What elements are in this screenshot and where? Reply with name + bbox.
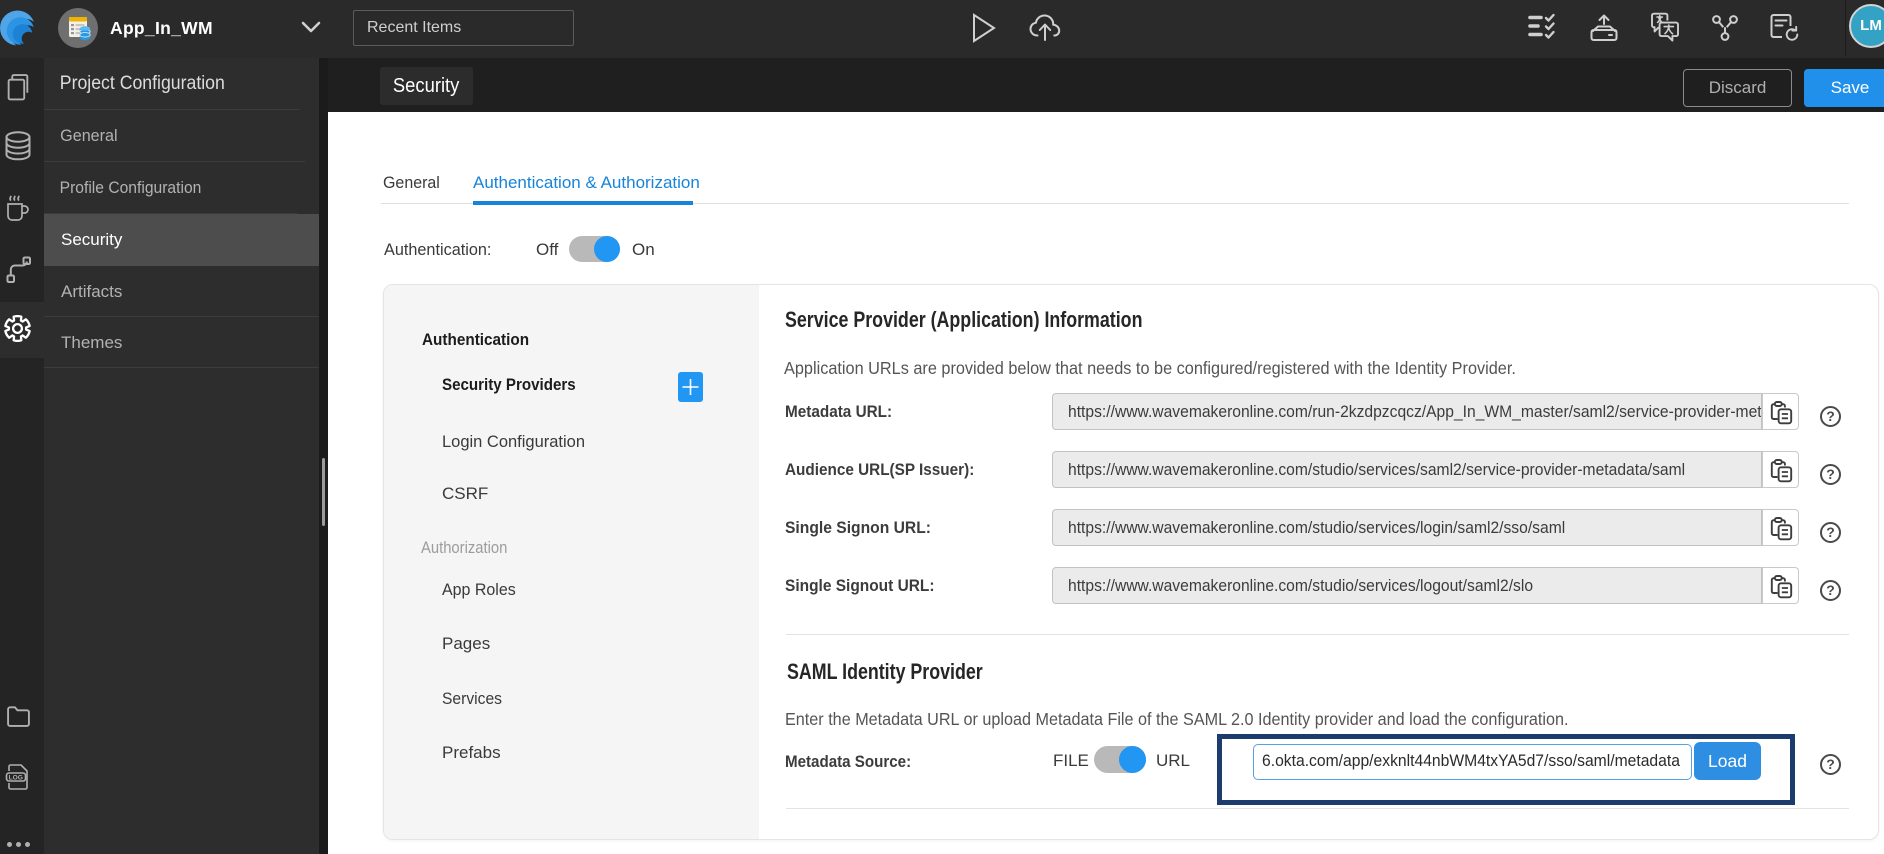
svg-text:LOG: LOG [9, 774, 23, 781]
